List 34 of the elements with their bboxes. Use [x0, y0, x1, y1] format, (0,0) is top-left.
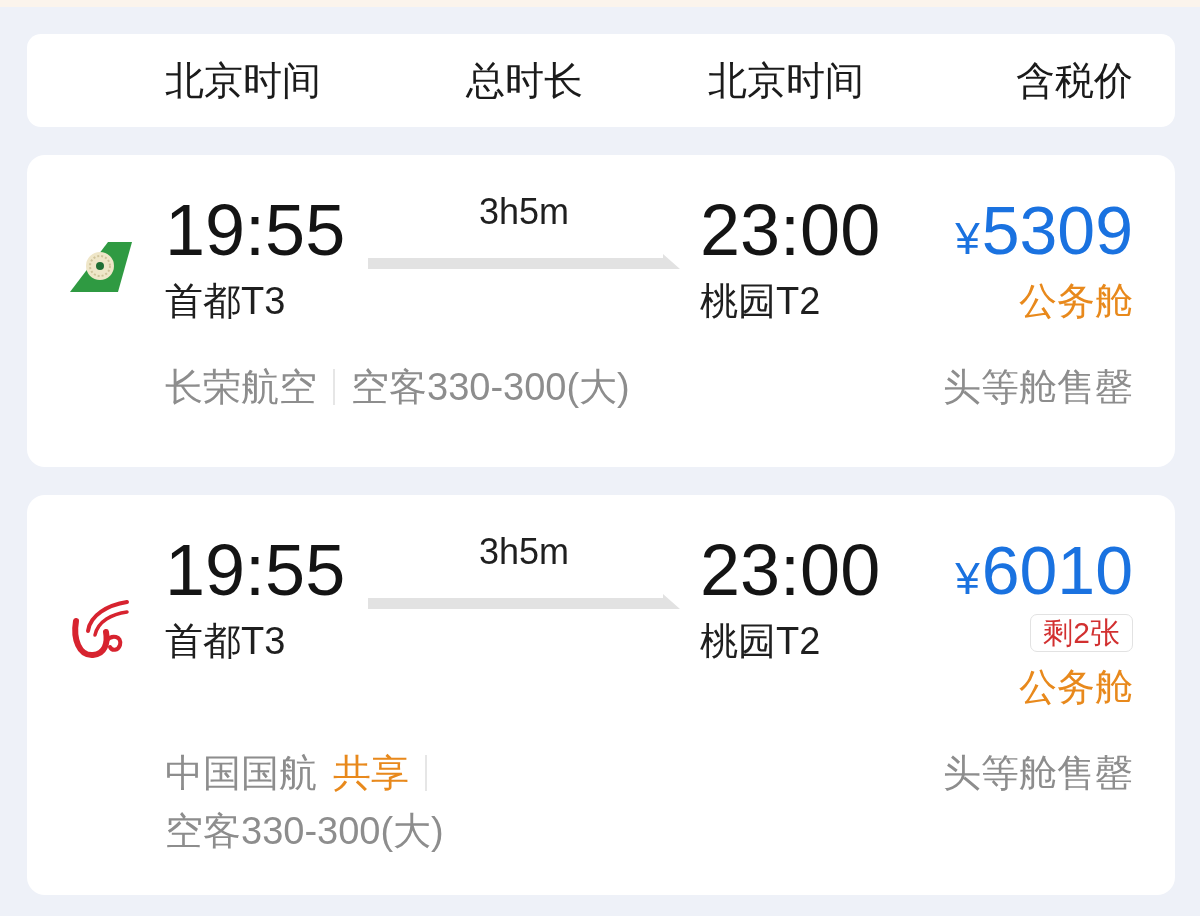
codeshare-label: 共享 — [333, 751, 409, 796]
column-heading: 含税价 — [1016, 57, 1133, 104]
column-heading: 北京时间 — [708, 57, 864, 104]
column-heading: 总时长 — [465, 57, 583, 104]
tail-fin-icon — [70, 242, 132, 292]
currency-symbol: ¥ — [955, 213, 980, 265]
sold-out-note: 头等舱售罄 — [943, 365, 1133, 410]
airline-name: 长荣航空 — [165, 365, 317, 410]
departure-time: 19:55 — [165, 194, 347, 266]
flight-duration: 3h5m — [478, 194, 570, 230]
cabin-class: 公务舱 — [1019, 665, 1133, 710]
aircraft-type: 空客330-300(大) — [351, 365, 630, 410]
sold-out-note: 头等舱售罄 — [943, 751, 1133, 796]
flight-card[interactable]: 19:55 首都T3 3h5m 23:00 桃园T2 ¥5309 公务舱 长荣航空 空客330-300(大) 头等舱售罄 — [27, 155, 1175, 467]
price: 6010 — [981, 534, 1133, 606]
swirl-logo-icon — [70, 599, 130, 661]
price: 5309 — [981, 194, 1133, 266]
departure-airport: 首都T3 — [165, 619, 287, 664]
aircraft-type: 空客330-300(大) — [165, 809, 444, 854]
arrival-time: 23:00 — [700, 194, 882, 266]
arrival-airport: 桃园T2 — [700, 619, 822, 664]
departure-airport: 首都T3 — [165, 279, 287, 324]
arrow-icon — [368, 594, 680, 609]
airline-name: 中国国航 — [165, 751, 317, 796]
seats-left-tag: 剩2张 — [1030, 614, 1133, 652]
flight-card[interactable]: 19:55 首都T3 3h5m 23:00 桃园T2 ¥6010 剩2张 公务舱 中国国航 共享 空客330-300(大) 头等舱售罄 — [27, 495, 1175, 895]
departure-time: 19:55 — [165, 534, 347, 606]
arrival-airport: 桃园T2 — [700, 279, 822, 324]
column-heading: 北京时间 — [165, 57, 321, 104]
flight-duration: 3h5m — [478, 534, 570, 570]
currency-symbol: ¥ — [955, 553, 980, 605]
arrival-time: 23:00 — [700, 534, 882, 606]
arrow-icon — [368, 254, 680, 269]
cabin-class: 公务舱 — [1019, 279, 1133, 324]
